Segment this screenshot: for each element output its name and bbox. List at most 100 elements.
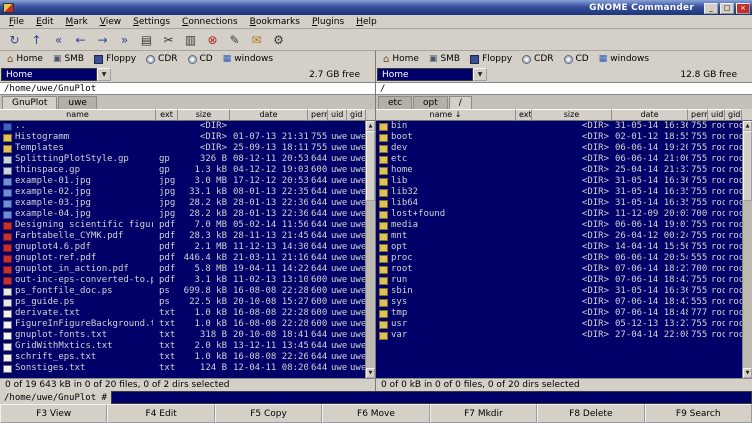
column-header-5[interactable]: uid — [328, 109, 347, 121]
smb-device-button[interactable]: ▣SMB — [48, 52, 89, 66]
file-row[interactable]: opt<DIR>14-04-14 15:56755rootroot — [376, 242, 742, 253]
file-row[interactable]: Histogramm<DIR>01-07-13 21:31755uweuwe — [0, 132, 365, 143]
file-row[interactable]: example-03.jpgjpg28.2 kB28-01-13 22:3664… — [0, 198, 365, 209]
copy-icon[interactable]: ▤ — [137, 31, 156, 49]
file-row[interactable]: example-01.jpgjpg3.0 MB17-12-12 20:53644… — [0, 176, 365, 187]
file-row[interactable]: proc<DIR>06-06-14 20:54555rootroot — [376, 253, 742, 264]
home-device-button[interactable]: ⌂Home — [378, 52, 424, 66]
tab-opt[interactable]: opt — [413, 96, 448, 109]
tab-gnuplot[interactable]: GnuPlot — [2, 96, 57, 109]
file-row[interactable]: Farbtabelle_CYMK.pdfpdf28.3 kB28-11-13 2… — [0, 231, 365, 242]
scroll-up-icon[interactable]: ▲ — [366, 121, 375, 131]
minimize-button[interactable]: _ — [704, 3, 718, 14]
scroll-thumb[interactable] — [743, 131, 752, 201]
file-row[interactable]: ps_guide.psps22.5 kB20-10-08 15:27600uwe… — [0, 297, 365, 308]
file-row[interactable]: home<DIR>25-04-14 21:37755rootroot — [376, 165, 742, 176]
chevron-down-icon[interactable]: ▼ — [97, 68, 111, 81]
scroll-up-icon[interactable]: ▲ — [743, 121, 752, 131]
scroll-down-icon[interactable]: ▼ — [366, 368, 375, 378]
fkey-f7[interactable]: F7 Mkdir — [430, 404, 537, 423]
tab-etc[interactable]: etc — [378, 96, 412, 109]
floppy-device-button[interactable]: Floppy — [465, 52, 517, 66]
file-row[interactable]: ps_fontfile_doc.psps699.8 kB16-08-08 22:… — [0, 286, 365, 297]
fkey-f5[interactable]: F5 Copy — [215, 404, 322, 423]
file-row[interactable]: SplittingPlotStyle.gpgp326 B08-12-11 20:… — [0, 154, 365, 165]
menu-settings[interactable]: Settings — [127, 17, 176, 27]
file-row[interactable]: etc<DIR>06-06-14 21:06755rootroot — [376, 154, 742, 165]
menu-bookmarks[interactable]: Bookmarks — [244, 17, 306, 27]
cd-device-button[interactable]: CD — [559, 52, 594, 66]
cdr-device-button[interactable]: CDR — [141, 52, 182, 66]
column-header-0[interactable]: name — [0, 109, 156, 121]
file-row[interactable]: var<DIR>27-04-14 22:08755rootroot — [376, 330, 742, 341]
column-header-6[interactable]: gid — [347, 109, 366, 121]
last-icon[interactable]: » — [115, 31, 134, 49]
file-row[interactable]: gnuplot-ref.pdfpdf446.4 kB21-03-11 21:16… — [0, 253, 365, 264]
scrollbar-left[interactable]: ▲ ▼ — [365, 121, 375, 378]
menu-help[interactable]: Help — [350, 17, 383, 27]
file-row[interactable]: boot<DIR>02-01-12 18:55755rootroot — [376, 132, 742, 143]
file-row[interactable]: Designing scientific figures.pdfpdf7.0 M… — [0, 220, 365, 231]
column-header-1[interactable]: ext — [156, 109, 178, 121]
column-header-2[interactable]: size — [532, 109, 612, 121]
connection-dropdown-right[interactable]: Home — [377, 68, 473, 81]
delete-icon[interactable]: ⊗ — [203, 31, 222, 49]
file-row[interactable]: lib32<DIR>31-05-14 16:35755rootroot — [376, 187, 742, 198]
up-icon[interactable]: ↑ — [27, 31, 46, 49]
column-header-5[interactable]: uid — [708, 109, 725, 121]
tab--[interactable]: / — [449, 96, 472, 109]
fkey-f9[interactable]: F9 Search — [645, 404, 752, 423]
menu-plugins[interactable]: Plugins — [306, 17, 350, 27]
column-header-6[interactable]: gid — [725, 109, 742, 121]
cdr-device-button[interactable]: CDR — [517, 52, 558, 66]
fkey-f6[interactable]: F6 Move — [322, 404, 429, 423]
file-row[interactable]: Templates<DIR>25-09-13 18:11755uweuwe — [0, 143, 365, 154]
file-row[interactable]: gnuplot_in_action.pdfpdf5.8 MB19-04-11 1… — [0, 264, 365, 275]
file-row[interactable]: example-04.jpgjpg28.2 kB28-01-13 22:3664… — [0, 209, 365, 220]
mail-icon[interactable]: ✉ — [247, 31, 266, 49]
file-row[interactable]: example-02.jpgjpg33.1 kB08-01-13 22:3564… — [0, 187, 365, 198]
windows-device-button[interactable]: ▦windows — [594, 52, 654, 66]
column-header-3[interactable]: date — [612, 109, 688, 121]
file-row[interactable]: lib64<DIR>31-05-14 16:35755rootroot — [376, 198, 742, 209]
close-button[interactable]: × — [736, 3, 750, 14]
file-row[interactable]: schrift_eps.txttxt1.0 kB16-08-08 22:2664… — [0, 352, 365, 363]
column-header-0[interactable]: name ↓ — [376, 109, 516, 121]
column-header-3[interactable]: date — [230, 109, 308, 121]
fkey-f8[interactable]: F8 Delete — [537, 404, 644, 423]
file-row[interactable]: mnt<DIR>26-04-12 00:24755rootroot — [376, 231, 742, 242]
menu-mark[interactable]: Mark — [60, 17, 94, 27]
path-display-left[interactable]: /home/uwe/GnuPlot — [0, 82, 375, 95]
file-row[interactable]: out-inc-eps-converted-to.pdfpdf3.1 kB11-… — [0, 275, 365, 286]
file-row[interactable]: ..<DIR> — [0, 121, 365, 132]
file-row[interactable]: usr<DIR>05-12-13 13:27755rootroot — [376, 319, 742, 330]
scroll-thumb[interactable] — [366, 131, 375, 201]
column-header-4[interactable]: perm — [308, 109, 328, 121]
file-row[interactable]: bin<DIR>31-05-14 16:36755rootroot — [376, 121, 742, 132]
file-row[interactable]: tmp<DIR>07-06-14 18:48777rootroot — [376, 308, 742, 319]
menu-view[interactable]: View — [94, 17, 127, 27]
file-row[interactable]: GridWithMxtics.txttxt2.0 kB13-12-11 13:4… — [0, 341, 365, 352]
path-display-right[interactable]: / — [376, 82, 752, 95]
home-device-button[interactable]: ⌂Home — [2, 52, 48, 66]
file-row[interactable]: thinspace.gpgp1.3 kB04-12-12 19:03600uwe… — [0, 165, 365, 176]
scrollbar-right[interactable]: ▲ ▼ — [742, 121, 752, 378]
file-row[interactable]: Sonstiges.txttxt124 B12-04-11 08:20644uw… — [0, 363, 365, 374]
cd-device-button[interactable]: CD — [183, 52, 218, 66]
file-row[interactable]: lost+found<DIR>11-12-09 20:03700rootroot — [376, 209, 742, 220]
file-row[interactable]: sbin<DIR>31-05-14 16:36755rootroot — [376, 286, 742, 297]
column-header-2[interactable]: size — [178, 109, 230, 121]
file-row[interactable]: dev<DIR>06-06-14 19:20755rootroot — [376, 143, 742, 154]
menu-connections[interactable]: Connections — [176, 17, 244, 27]
paste-icon[interactable]: ▥ — [181, 31, 200, 49]
edit-icon[interactable]: ✎ — [225, 31, 244, 49]
file-row[interactable]: run<DIR>07-06-14 18:47755rootroot — [376, 275, 742, 286]
menu-edit[interactable]: Edit — [30, 17, 59, 27]
menu-file[interactable]: File — [3, 17, 30, 27]
tools-icon[interactable]: ⚙ — [269, 31, 288, 49]
file-row[interactable]: lib<DIR>31-05-14 16:36755rootroot — [376, 176, 742, 187]
file-row[interactable]: media<DIR>06-06-14 19:01755rootroot — [376, 220, 742, 231]
fkey-f4[interactable]: F4 Edit — [107, 404, 214, 423]
file-row[interactable]: FigureInFigureBackground.txttxt1.0 kB16-… — [0, 319, 365, 330]
forward-icon[interactable]: → — [93, 31, 112, 49]
